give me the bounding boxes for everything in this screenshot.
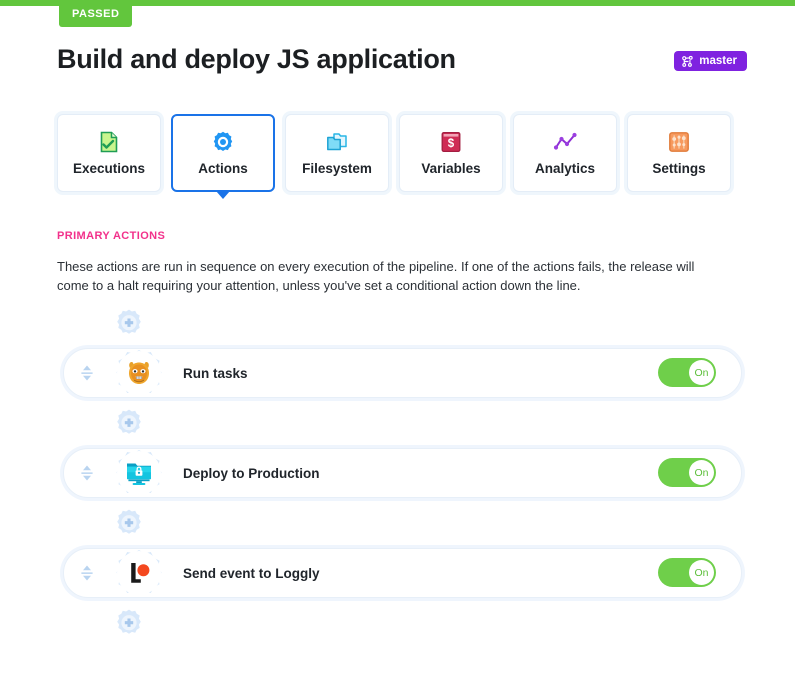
dollar-box-icon: $ <box>439 130 463 154</box>
action-row: Deploy to Production On <box>57 448 742 498</box>
tab-analytics[interactable]: Analytics <box>513 114 617 192</box>
action-row: Send event to Loggly On <box>57 548 742 598</box>
tab-filesystem[interactable]: Filesystem <box>285 114 389 192</box>
action-card[interactable] <box>63 548 742 598</box>
sftp-folder-lock-icon[interactable] <box>119 453 159 493</box>
loggly-icon[interactable] <box>119 553 159 593</box>
action-card[interactable] <box>63 448 742 498</box>
tab-actions[interactable]: Actions <box>171 114 275 199</box>
section-heading: PRIMARY ACTIONS <box>57 230 166 242</box>
add-action-slot <box>57 308 742 338</box>
git-branch-icon <box>681 55 694 68</box>
tab-label: Filesystem <box>302 161 372 176</box>
branch-badge[interactable]: master <box>674 51 747 71</box>
add-action-slot <box>57 608 742 638</box>
status-badge: PASSED <box>59 0 133 27</box>
tab-variables[interactable]: $ Variables <box>399 114 503 192</box>
gear-icon <box>211 130 235 154</box>
action-toggle[interactable]: On <box>658 358 716 387</box>
reorder-handle-icon[interactable] <box>74 460 100 486</box>
add-gear-icon[interactable] <box>114 408 144 438</box>
toggle-state-label: On <box>689 360 714 385</box>
pipeline-tabs: Executions Actions Filesystem $ Variable… <box>57 114 731 199</box>
action-label[interactable]: Deploy to Production <box>183 448 320 498</box>
action-row: Run tasks On <box>57 348 742 398</box>
reorder-handle-icon[interactable] <box>74 560 100 586</box>
toggle-state-label: On <box>689 560 714 585</box>
add-action-slot <box>57 408 742 438</box>
page-title: Build and deploy JS application <box>57 44 456 74</box>
folder-copy-icon <box>325 130 349 154</box>
tab-executions[interactable]: Executions <box>57 114 161 192</box>
gradle-icon[interactable] <box>119 353 159 393</box>
action-toggle[interactable]: On <box>658 558 716 587</box>
line-chart-icon <box>553 130 577 154</box>
pipeline-actions-page: PASSED Build and deploy JS application m… <box>0 0 795 682</box>
tab-label: Actions <box>198 161 248 176</box>
actions-list: Run tasks On Deploy to Production On Sen… <box>57 308 742 638</box>
tab-label: Settings <box>652 161 706 176</box>
tab-label: Executions <box>72 161 146 176</box>
sliders-icon <box>667 130 691 154</box>
action-toggle[interactable]: On <box>658 458 716 487</box>
branch-label: master <box>699 55 737 67</box>
add-gear-icon[interactable] <box>114 608 144 638</box>
toggle-state-label: On <box>689 460 714 485</box>
action-label[interactable]: Run tasks <box>183 348 248 398</box>
tab-label: Variables <box>421 161 481 176</box>
document-check-icon <box>97 130 121 154</box>
tab-label: Analytics <box>534 161 596 176</box>
tab-settings[interactable]: Settings <box>627 114 731 192</box>
action-card[interactable] <box>63 348 742 398</box>
add-gear-icon[interactable] <box>114 308 144 338</box>
action-label[interactable]: Send event to Loggly <box>183 548 320 598</box>
section-description: These actions are run in sequence on eve… <box>57 259 695 293</box>
reorder-handle-icon[interactable] <box>74 360 100 386</box>
active-tab-caret <box>216 191 230 199</box>
svg-text:$: $ <box>448 138 455 150</box>
add-gear-icon[interactable] <box>114 508 144 538</box>
add-action-slot <box>57 508 742 538</box>
